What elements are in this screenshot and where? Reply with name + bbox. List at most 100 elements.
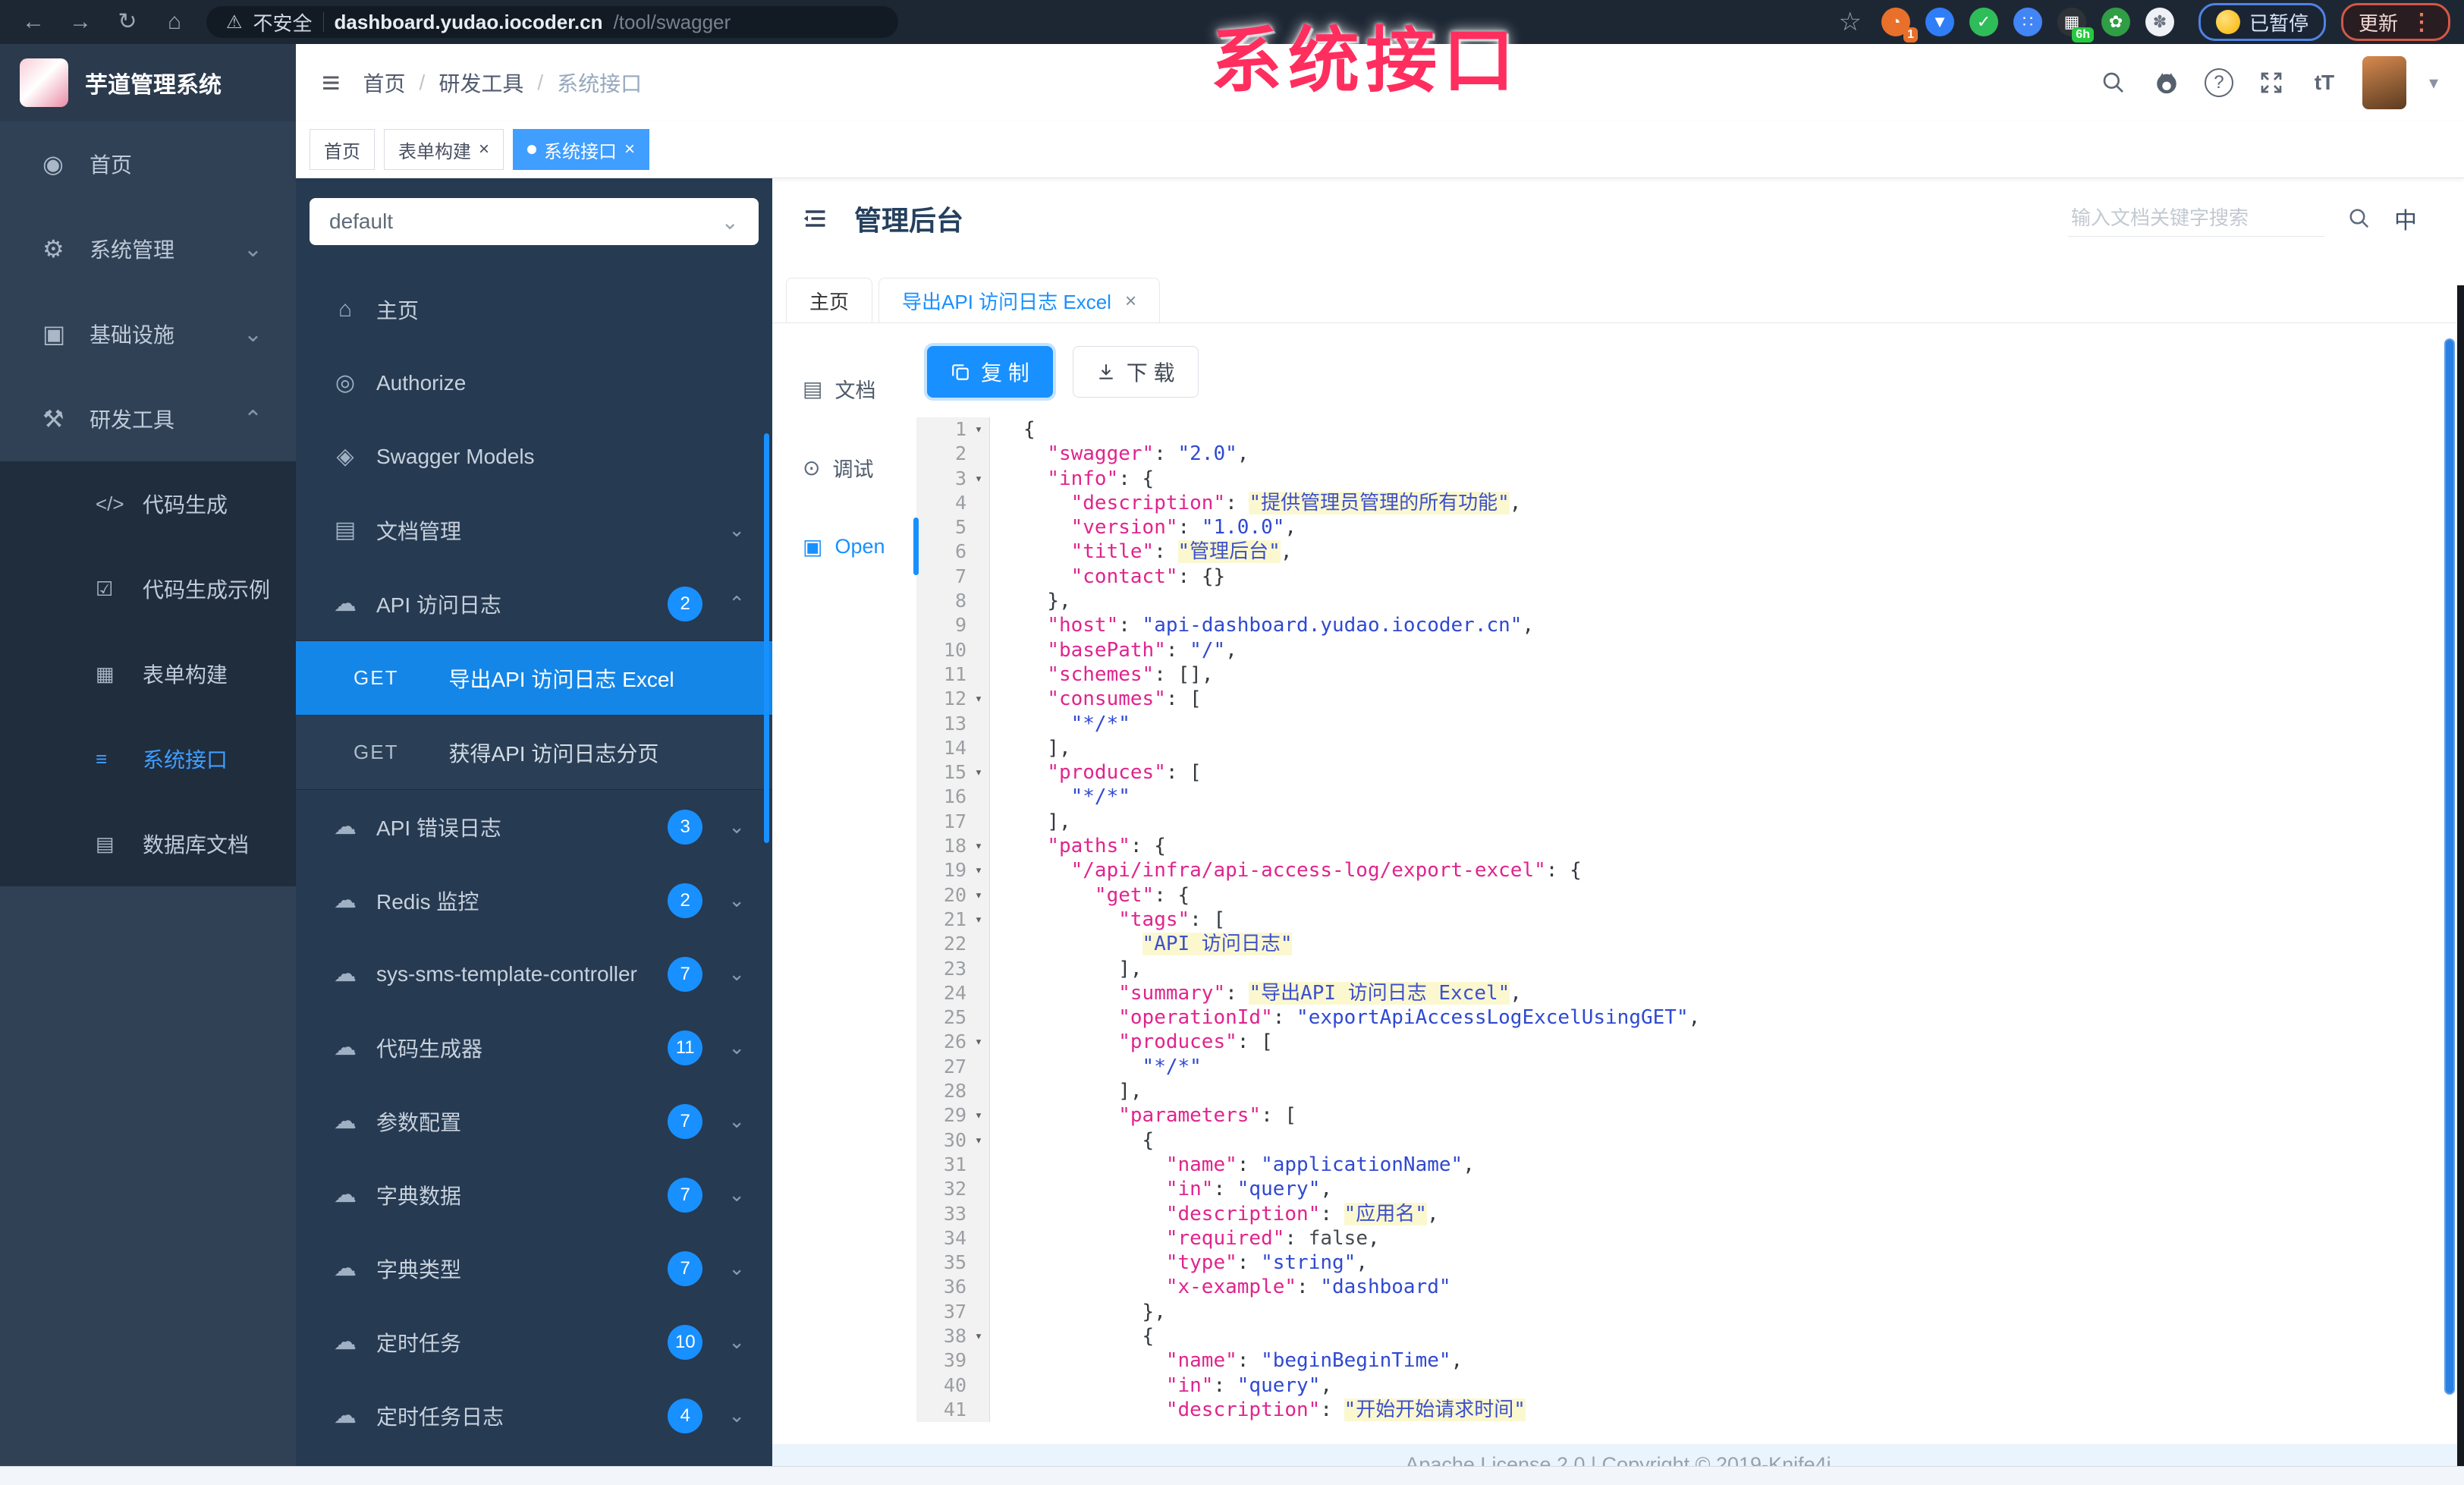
user-avatar[interactable] xyxy=(2362,56,2406,109)
fold-caret-icon[interactable]: ▾ xyxy=(968,908,989,932)
sidebar-item-表单构建[interactable]: ▦ 表单构建 xyxy=(0,631,296,716)
side-tab-调试[interactable]: ⊙ 调试 xyxy=(772,428,916,507)
user-menu-caret-icon[interactable]: ▾ xyxy=(2429,72,2438,94)
browser-menu-dots-icon[interactable]: ⋮ xyxy=(2410,9,2433,36)
breadcrumb-item[interactable]: 首页 xyxy=(363,68,406,98)
fold-caret-icon[interactable]: ▾ xyxy=(968,1128,989,1153)
logo[interactable]: 芋道管理系统 xyxy=(0,44,296,121)
swagger-item-参数配置[interactable]: ☁ 参数配置 7 ⌄ xyxy=(296,1084,772,1158)
help-icon[interactable]: ? xyxy=(2204,68,2233,97)
swagger-item-定时任务[interactable]: ☁ 定时任务 10 ⌄ xyxy=(296,1305,772,1379)
side-tab-文档[interactable]: ▤ 文档 xyxy=(772,349,916,428)
browser-home-button[interactable]: ⌂ xyxy=(155,0,194,44)
ext-leaf-icon[interactable]: ✿ xyxy=(2101,8,2130,36)
page-scrollbar[interactable] xyxy=(2444,338,2455,1395)
update-button[interactable]: 更新 ⋮ xyxy=(2340,3,2450,41)
fold-caret-icon[interactable]: ▾ xyxy=(968,417,989,442)
tag-首页[interactable]: 首页 xyxy=(310,129,375,170)
fold-caret-icon[interactable]: ▾ xyxy=(968,467,989,491)
tag-close-icon[interactable]: × xyxy=(479,139,489,160)
doc-search-icon[interactable] xyxy=(2344,203,2374,234)
fold-caret-icon[interactable]: ▾ xyxy=(968,687,989,711)
back-button[interactable]: ← xyxy=(14,0,53,44)
ext-blue-dart-icon[interactable]: ▼ xyxy=(1925,8,1954,36)
swagger-item-sys-sms-template-controller[interactable]: ☁ sys-sms-template-controller 7 ⌄ xyxy=(296,937,772,1011)
swagger-item-字典数据[interactable]: ☁ 字典数据 7 ⌄ xyxy=(296,1158,772,1232)
code-text: "basePath": "/", xyxy=(1047,638,1237,662)
ext-grid-icon[interactable]: ∷ xyxy=(2013,8,2042,36)
header-search-icon[interactable] xyxy=(2098,68,2129,98)
ext-orange-icon[interactable]: ◔ 1 xyxy=(1881,8,1918,42)
doc-tab-主页[interactable]: 主页 xyxy=(786,278,873,322)
address-bar[interactable]: ⚠ 不安全 dashboard.yudao.iocoder.cn/tool/sw… xyxy=(206,6,898,38)
sidebar-item-系统管理[interactable]: ⚙ 系统管理 ⌄ xyxy=(0,206,296,291)
sidebar-scrollbar[interactable] xyxy=(764,433,769,843)
language-toggle[interactable]: 中 xyxy=(2394,202,2417,235)
sidebar-item-代码生成[interactable]: </> 代码生成 xyxy=(0,461,296,546)
side-tab-Open[interactable]: ▣ Open xyxy=(772,507,919,586)
fold-caret-icon[interactable]: ▾ xyxy=(968,1324,989,1348)
code-line: 28 ], xyxy=(916,1079,2464,1104)
reload-button[interactable]: ↻ xyxy=(108,0,147,44)
code-line: 4 "description": "提供管理员管理的所有功能", xyxy=(916,490,2464,516)
doc-tab-导出API 访问日志 Excel[interactable]: 导出API 访问日志 Excel × xyxy=(878,278,1161,322)
github-icon[interactable] xyxy=(2151,68,2182,98)
paused-pill[interactable]: 已暂停 xyxy=(2198,3,2326,41)
bookmark-star-icon[interactable]: ☆ xyxy=(1838,7,1861,37)
swagger-item-文档管理[interactable]: ▤ 文档管理 ⌄ xyxy=(296,493,772,567)
sidebar-item-label: 系统管理 xyxy=(90,238,175,262)
breadcrumb-item[interactable]: 系统接口 xyxy=(557,68,642,98)
sidebar-item-代码生成示例[interactable]: ☑ 代码生成示例 xyxy=(0,546,296,631)
tag-label: 表单构建 xyxy=(398,141,471,162)
menu-fold-icon[interactable] xyxy=(800,203,830,234)
line-number: 11 xyxy=(943,662,966,685)
api-operation-导出API 访问日志 Excel[interactable]: GET 导出API 访问日志 Excel xyxy=(296,641,772,715)
copy-button[interactable]: 复 制 xyxy=(927,346,1053,398)
ext-green-check-icon[interactable]: ✓ xyxy=(1969,8,1998,36)
swagger-item-Redis 监控[interactable]: ☁ Redis 监控 2 ⌄ xyxy=(296,864,772,937)
fold-caret-icon[interactable]: ▾ xyxy=(968,1103,989,1128)
code-editor[interactable]: 1 ▾{2 "swagger": "2.0", 3 ▾ "info": {4 "des… xyxy=(916,417,2464,1444)
sidebar-item-基础设施[interactable]: ▣ 基础设施 ⌄ xyxy=(0,291,296,376)
fullscreen-icon[interactable] xyxy=(2256,68,2286,98)
line-number: 28 xyxy=(943,1080,966,1103)
sidebar-item-首页[interactable]: ◉ 首页 xyxy=(0,121,296,206)
doc-header: 管理后台 中 xyxy=(772,178,2464,259)
api-operation-获得API 访问日志分页[interactable]: GET 获得API 访问日志分页 xyxy=(296,715,772,789)
code-text: "name": "applicationName", xyxy=(1165,1153,1475,1176)
fold-caret-icon[interactable]: ▾ xyxy=(968,760,989,785)
security-label[interactable]: 不安全 xyxy=(253,8,313,36)
fold-caret-icon[interactable]: ▾ xyxy=(968,834,989,858)
tag-close-icon[interactable]: × xyxy=(624,139,635,160)
forward-button[interactable]: → xyxy=(61,0,100,44)
swagger-item-Authorize[interactable]: ◎ Authorize xyxy=(296,346,772,420)
tag-表单构建[interactable]: 表单构建 × xyxy=(384,129,504,170)
tag-系统接口[interactable]: 系统接口 × xyxy=(513,129,650,170)
tab-close-icon[interactable]: × xyxy=(1125,289,1136,313)
ext-dark-icon[interactable]: ▦ 6h xyxy=(2057,8,2094,42)
doc-search-input[interactable] xyxy=(2068,200,2324,237)
fold-caret-icon[interactable]: ▾ xyxy=(968,883,989,908)
fold-caret-icon[interactable]: ▾ xyxy=(968,858,989,883)
download-button[interactable]: 下 载 xyxy=(1072,346,1199,398)
bottom-strip xyxy=(0,1466,2464,1485)
group-select[interactable]: default ⌄ xyxy=(310,198,759,245)
swagger-item-定时任务日志[interactable]: ☁ 定时任务日志 4 ⌄ xyxy=(296,1379,772,1452)
sidebar-item-数据库文档[interactable]: ▤ 数据库文档 xyxy=(0,801,296,886)
swagger-item-Swagger Models[interactable]: ◈ Swagger Models xyxy=(296,420,772,493)
sidebar-item-系统接口[interactable]: ≡ 系统接口 xyxy=(0,716,296,801)
swagger-item-主页[interactable]: ⌂ 主页 xyxy=(296,272,772,346)
swagger-item-label: Authorize xyxy=(376,370,467,395)
breadcrumb-item[interactable]: 研发工具 xyxy=(438,68,523,98)
sidebar-item-研发工具[interactable]: ⚒ 研发工具 ⌃ xyxy=(0,376,296,461)
sidebar-collapse-icon[interactable]: ≡ xyxy=(322,64,341,101)
swagger-item-API 错误日志[interactable]: ☁ API 错误日志 3 ⌄ xyxy=(296,790,772,864)
swagger-item-API 访问日志[interactable]: ☁ API 访问日志 2 ⌃ xyxy=(296,567,772,640)
code-line: 12 ▾ "consumes": [ xyxy=(916,687,2464,712)
swagger-item-代码生成器[interactable]: ☁ 代码生成器 11 ⌄ xyxy=(296,1011,772,1084)
ext-pinwheel-icon[interactable]: ✽ xyxy=(2145,8,2174,36)
fold-caret-icon[interactable]: ▾ xyxy=(968,1030,989,1054)
gutter-cell: 9 xyxy=(916,613,990,638)
font-size-icon[interactable]: tT xyxy=(2309,68,2340,98)
swagger-item-字典类型[interactable]: ☁ 字典类型 7 ⌄ xyxy=(296,1232,772,1305)
